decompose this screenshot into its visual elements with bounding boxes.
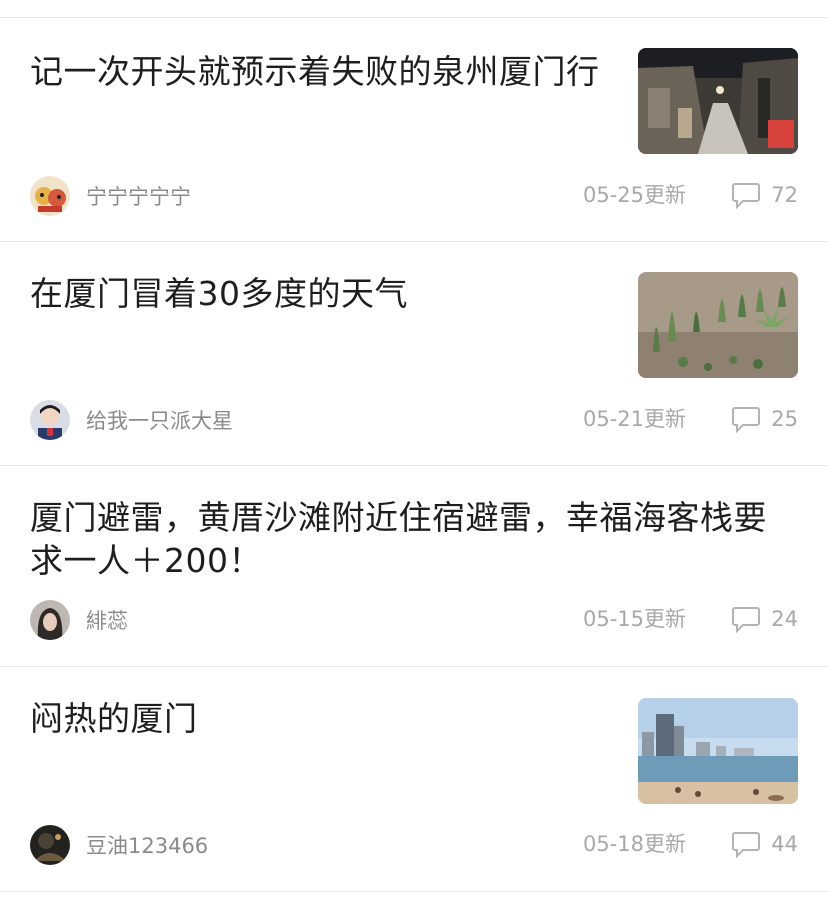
updated-time: 05-15更新 bbox=[582, 607, 686, 631]
comment-count-button[interactable]: 24 bbox=[731, 604, 798, 634]
avatar[interactable] bbox=[30, 400, 70, 440]
comment-count: 72 bbox=[771, 183, 798, 207]
comment-bubble-icon bbox=[732, 832, 761, 858]
post-thumbnail[interactable] bbox=[638, 272, 798, 378]
beach-skyline-photo bbox=[638, 698, 798, 804]
portrait-avatar bbox=[30, 600, 70, 640]
avatar[interactable] bbox=[30, 825, 70, 865]
post-meta: 豆油123466 05-18更新 44 bbox=[0, 825, 828, 867]
divider bbox=[0, 241, 828, 242]
avatar[interactable] bbox=[30, 176, 70, 216]
comment-count: 25 bbox=[771, 407, 798, 431]
divider bbox=[0, 666, 828, 667]
comment-bubble-icon bbox=[732, 607, 761, 633]
post-title[interactable]: 闷热的厦门 bbox=[30, 697, 610, 740]
post-title[interactable]: 记一次开头就预示着失败的泉州厦门行 bbox=[30, 50, 610, 93]
divider bbox=[0, 891, 828, 892]
cartoon-avatar bbox=[30, 176, 70, 216]
avatar[interactable] bbox=[30, 600, 70, 640]
author-name[interactable]: 緋蕊 bbox=[86, 608, 128, 634]
comment-count: 24 bbox=[771, 607, 798, 631]
post-card[interactable]: 记一次开头就预示着失败的泉州厦门行 宁宁宁宁宁 05-25更新 72 bbox=[0, 48, 828, 220]
comment-count-button[interactable]: 72 bbox=[731, 180, 798, 210]
post-thumbnail[interactable] bbox=[638, 48, 798, 154]
night-street-photo bbox=[638, 48, 798, 154]
author-name[interactable]: 豆油123466 bbox=[86, 833, 208, 859]
post-meta: 给我一只派大星 05-21更新 25 bbox=[0, 400, 828, 442]
author-name[interactable]: 给我一只派大星 bbox=[86, 408, 233, 434]
comment-count: 44 bbox=[771, 832, 798, 856]
comment-count-button[interactable]: 44 bbox=[731, 829, 798, 859]
divider bbox=[0, 465, 828, 466]
cactus-garden-photo bbox=[638, 272, 798, 378]
post-meta: 宁宁宁宁宁 05-25更新 72 bbox=[0, 176, 828, 218]
post-feed: 记一次开头就预示着失败的泉州厦门行 宁宁宁宁宁 05-25更新 72 在厦门冒着… bbox=[0, 0, 828, 900]
post-title[interactable]: 在厦门冒着30多度的天气 bbox=[30, 272, 610, 315]
divider bbox=[0, 17, 828, 18]
updated-time: 05-18更新 bbox=[582, 832, 686, 856]
author-name[interactable]: 宁宁宁宁宁 bbox=[86, 184, 191, 210]
post-card[interactable]: 闷热的厦门 豆油123466 05-18更新 44 bbox=[0, 697, 828, 867]
updated-time: 05-21更新 bbox=[582, 407, 686, 431]
post-title[interactable]: 厦门避雷，黄厝沙滩附近住宿避雷，幸福海客栈要求一人＋200！ bbox=[30, 496, 800, 582]
comment-bubble-icon bbox=[732, 183, 761, 209]
dark-avatar bbox=[30, 825, 70, 865]
updated-time: 05-25更新 bbox=[582, 183, 686, 207]
person-avatar bbox=[30, 400, 70, 440]
comment-count-button[interactable]: 25 bbox=[731, 404, 798, 434]
post-card[interactable]: 在厦门冒着30多度的天气 给我一只派大星 05-21更新 25 bbox=[0, 272, 828, 442]
comment-bubble-icon bbox=[732, 407, 761, 433]
post-thumbnail[interactable] bbox=[638, 698, 798, 804]
post-card[interactable]: 厦门避雷，黄厝沙滩附近住宿避雷，幸福海客栈要求一人＋200！ 緋蕊 05-15更… bbox=[0, 496, 828, 646]
post-meta: 緋蕊 05-15更新 24 bbox=[0, 600, 828, 642]
